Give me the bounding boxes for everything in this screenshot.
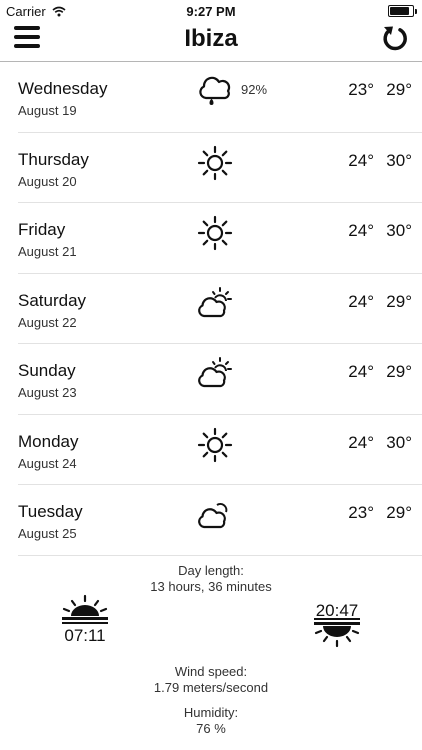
sunrise-time: 07:11 xyxy=(64,626,106,645)
temp-low: 24° xyxy=(348,362,374,381)
wind-speed: Wind speed: 1.79 meters/second xyxy=(0,664,422,696)
forecast-row[interactable]: Monday August 24 24° 30° xyxy=(0,415,422,486)
day-name: Saturday xyxy=(18,290,87,310)
daylight-info: Day length: 13 hours, 36 minutes 07:11 2… xyxy=(0,555,422,750)
temp-high: 30° xyxy=(386,150,412,170)
day-date: August 23 xyxy=(18,385,77,400)
humidity-label: Humidity: xyxy=(183,705,239,720)
nav-bar: Ibiza xyxy=(0,22,422,62)
day-name: Sunday xyxy=(18,361,76,380)
battery-icon xyxy=(388,5,417,17)
sun-icon xyxy=(195,213,235,253)
temp-low: 24° xyxy=(348,291,374,311)
sunrise-icon xyxy=(62,594,108,624)
sun-icon xyxy=(195,425,235,465)
day-length: Day length: 13 hours, 36 minutes xyxy=(0,563,422,595)
forecast-row[interactable]: Sunday August 23 24° 29° xyxy=(0,344,422,415)
humidity-value: 76 % xyxy=(196,721,226,736)
day-date: August 24 xyxy=(18,455,77,471)
refresh-button[interactable] xyxy=(380,23,410,53)
day-name: Thursday xyxy=(18,149,89,169)
temp-high: 30° xyxy=(386,432,412,452)
day-date: August 19 xyxy=(18,103,77,118)
temp-low: 24° xyxy=(348,221,374,240)
day-date: August 20 xyxy=(18,173,77,189)
forecast-row[interactable]: Tuesday August 25 23° 29° xyxy=(0,485,422,556)
sunset-icon xyxy=(314,618,360,648)
day-date: August 21 xyxy=(18,244,77,259)
temp-high: 29° xyxy=(386,503,412,522)
wind-speed-label: Wind speed: xyxy=(174,664,248,679)
forecast-row[interactable]: Thursday August 20 24° 30° xyxy=(0,133,422,204)
forecast-list: Wednesday August 19 92% 23° 29° Thursday Augus… xyxy=(0,62,422,556)
day-date: August 22 xyxy=(18,314,77,330)
day-name: Wednesday xyxy=(18,79,108,98)
temp-low: 23° xyxy=(348,503,374,522)
humidity: Humidity: 76 % xyxy=(0,705,422,737)
temp-low: 24° xyxy=(348,432,374,452)
battery-fill xyxy=(390,7,409,15)
day-length-value: 13 hours, 36 minutes xyxy=(150,579,272,594)
day-length-label: Day length: xyxy=(178,563,244,578)
cloud-sun-icon xyxy=(195,495,235,535)
forecast-row[interactable]: Saturday August 22 24° 29° xyxy=(0,274,422,345)
temp-low: 23° xyxy=(348,80,374,99)
forecast-row[interactable]: Friday August 21 24° 30° xyxy=(0,203,422,274)
partly-cloudy-icon xyxy=(195,284,235,324)
temp-high: 29° xyxy=(386,291,412,311)
refresh-icon xyxy=(383,26,407,51)
temp-high: 29° xyxy=(386,80,412,99)
status-time: 9:27 PM xyxy=(186,4,236,19)
page-title: Ibiza xyxy=(184,25,238,52)
temp-high: 30° xyxy=(386,221,412,240)
forecast-row[interactable]: Wednesday August 19 92% 23° 29° xyxy=(0,62,422,133)
day-name: Friday xyxy=(18,220,66,239)
partly-cloudy-icon xyxy=(195,354,235,394)
day-name: Tuesday xyxy=(18,502,83,521)
wind-speed-value: 1.79 meters/second xyxy=(153,680,269,695)
temp-low: 24° xyxy=(348,150,374,170)
temp-high: 29° xyxy=(386,362,412,381)
rain-cloud-icon xyxy=(195,72,235,112)
precipitation-chance: 92% xyxy=(241,82,268,97)
day-name: Monday xyxy=(18,431,79,451)
sun-icon xyxy=(195,143,235,183)
day-date: August 25 xyxy=(18,526,77,541)
status-bar: Carrier 9:27 PM xyxy=(0,0,422,22)
